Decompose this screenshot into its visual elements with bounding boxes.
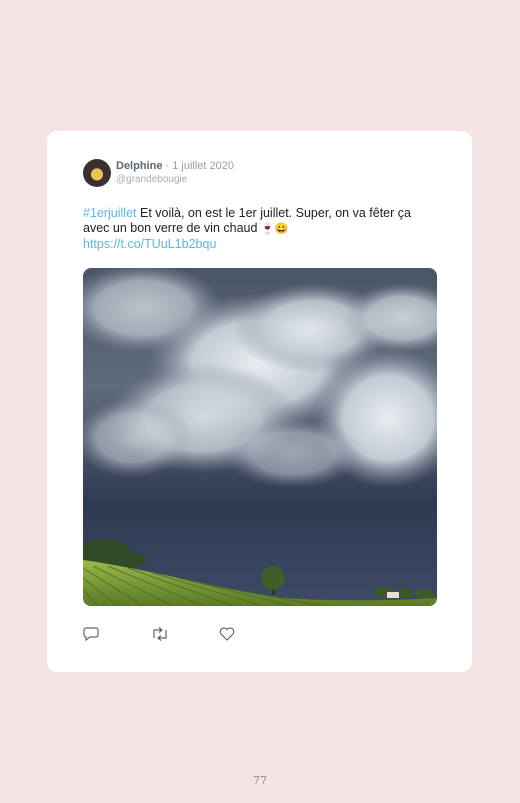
tweet-text-line1: Et voilà, on est le 1er juillet. Super, …: [136, 206, 411, 220]
author-name[interactable]: Delphine: [116, 160, 162, 172]
hashtag-link[interactable]: #1erjuillet: [83, 206, 137, 220]
emojis: 🍷😀: [260, 223, 289, 235]
tweet-text-line2: avec un bon verre de vin chaud: [83, 221, 261, 235]
tweet-actions: [83, 627, 237, 641]
tweet-link[interactable]: https://t.co/TUuL1b2bqu: [83, 237, 216, 251]
page-number: 77: [253, 774, 267, 787]
retweet-icon[interactable]: [151, 627, 169, 641]
author-handle[interactable]: @grandebougie: [116, 174, 187, 185]
tweet-photo[interactable]: [83, 268, 437, 606]
reply-icon[interactable]: [83, 627, 101, 641]
tweet-text: #1erjuillet Et voilà, on est le 1er juil…: [83, 206, 443, 252]
header-separator: ·: [162, 160, 173, 172]
like-icon[interactable]: [219, 627, 237, 641]
tweet-header: Delphine · 1 juillet 2020: [116, 160, 234, 172]
tweet-date[interactable]: 1 juillet 2020: [172, 160, 234, 172]
storm-vineyard-image: [83, 268, 437, 606]
avatar[interactable]: [83, 159, 111, 187]
tweet-card: Delphine · 1 juillet 2020 @grandebougie …: [47, 131, 472, 672]
